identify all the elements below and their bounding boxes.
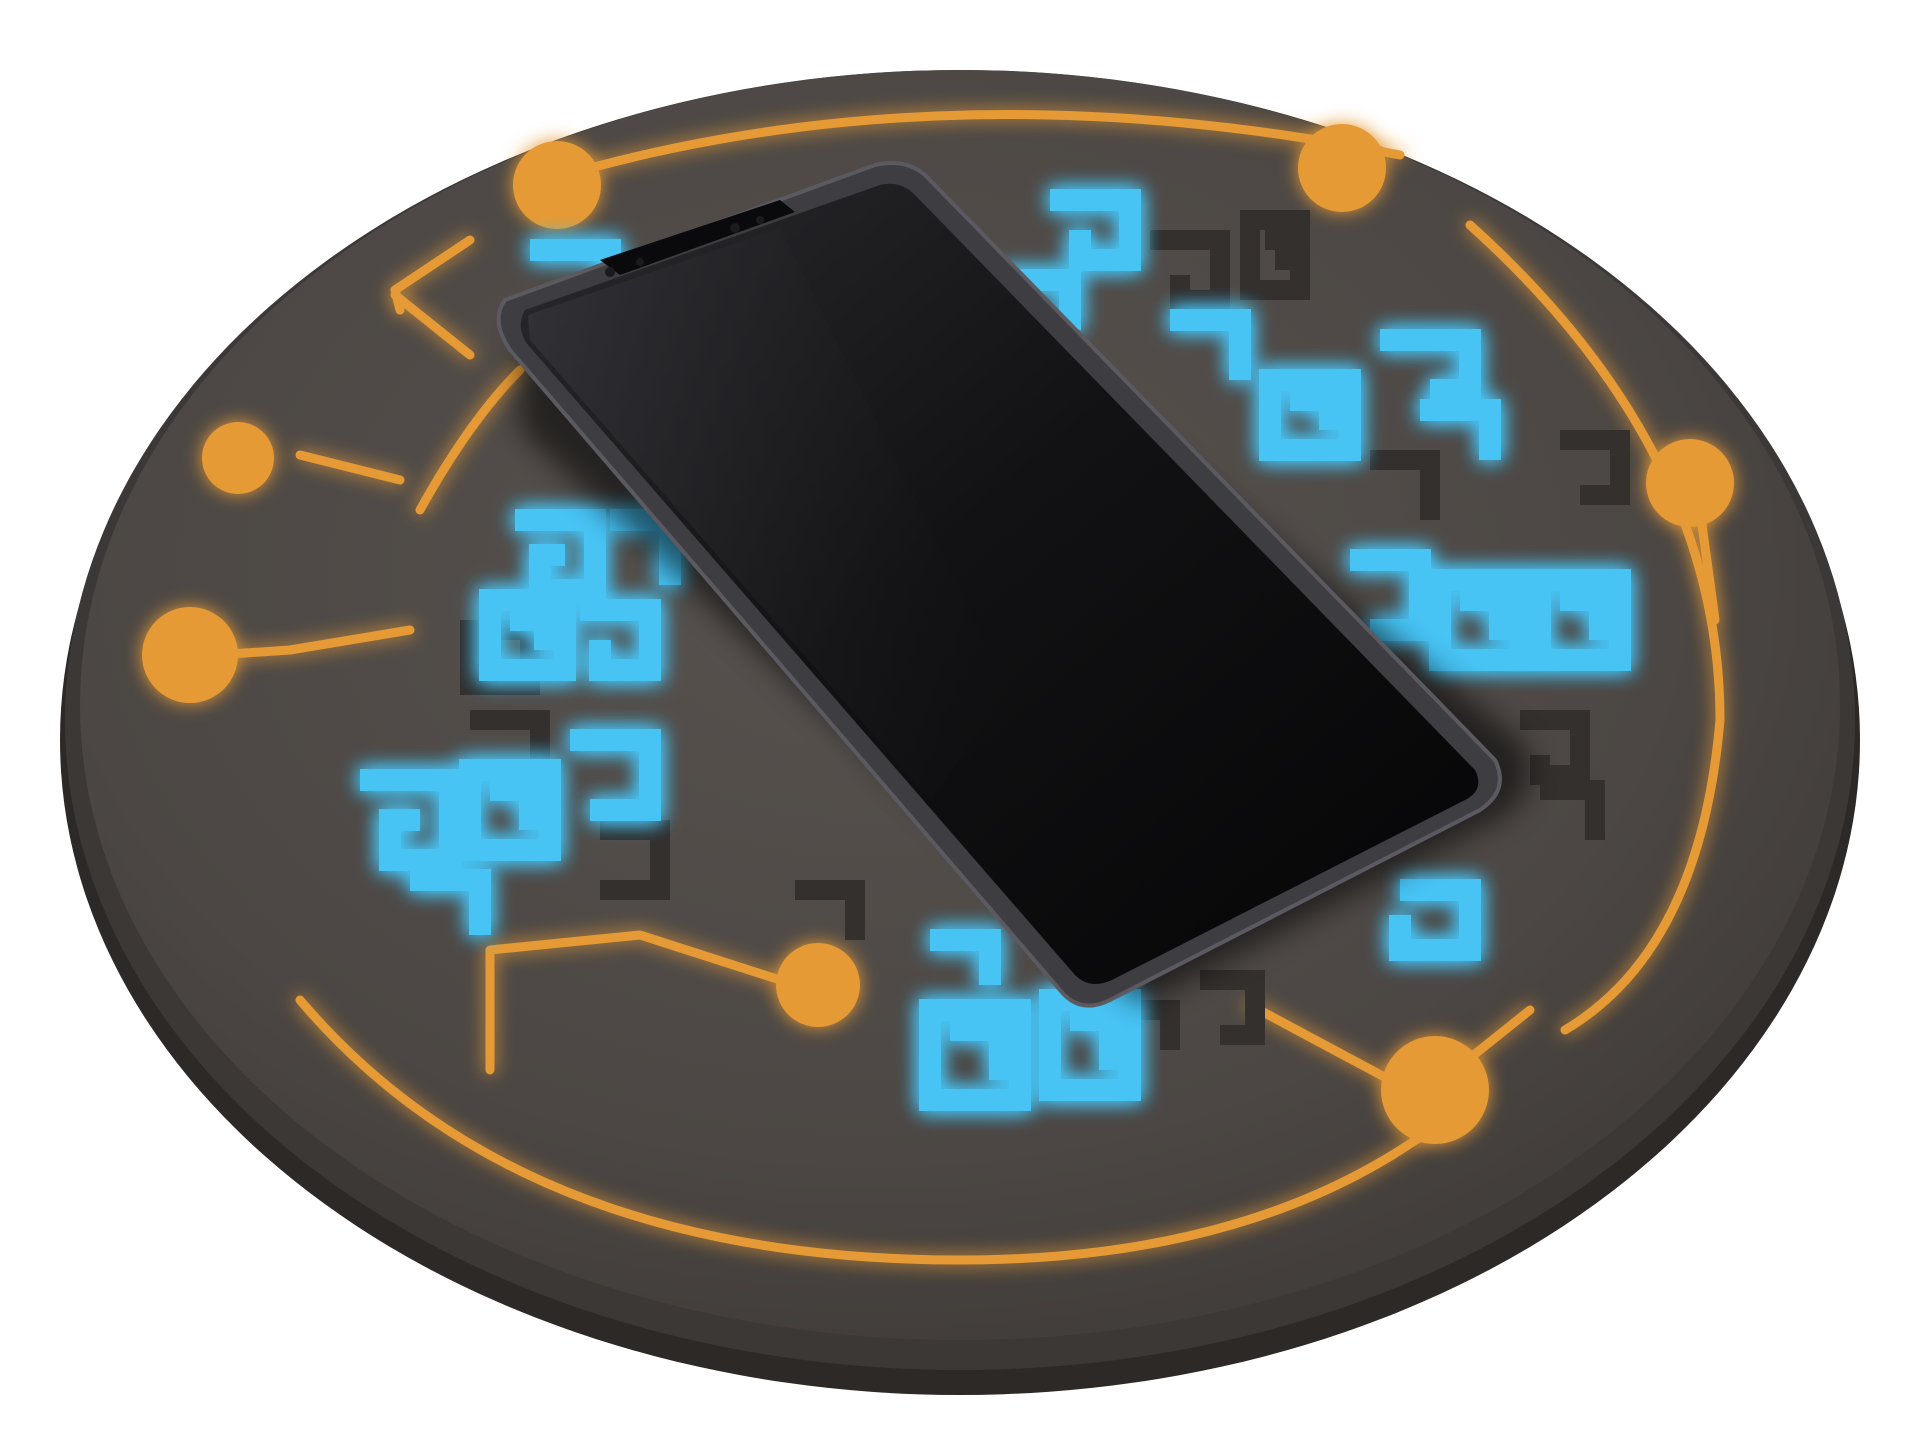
circuit-node [1381, 1036, 1489, 1144]
circuit-node [513, 141, 601, 229]
circuit-node [202, 422, 274, 494]
circuit-node [1298, 124, 1386, 212]
circuit-node [1646, 439, 1734, 527]
product-scene [60, 70, 1860, 1395]
circuit-node [142, 607, 238, 703]
circuit-node [776, 943, 860, 1027]
